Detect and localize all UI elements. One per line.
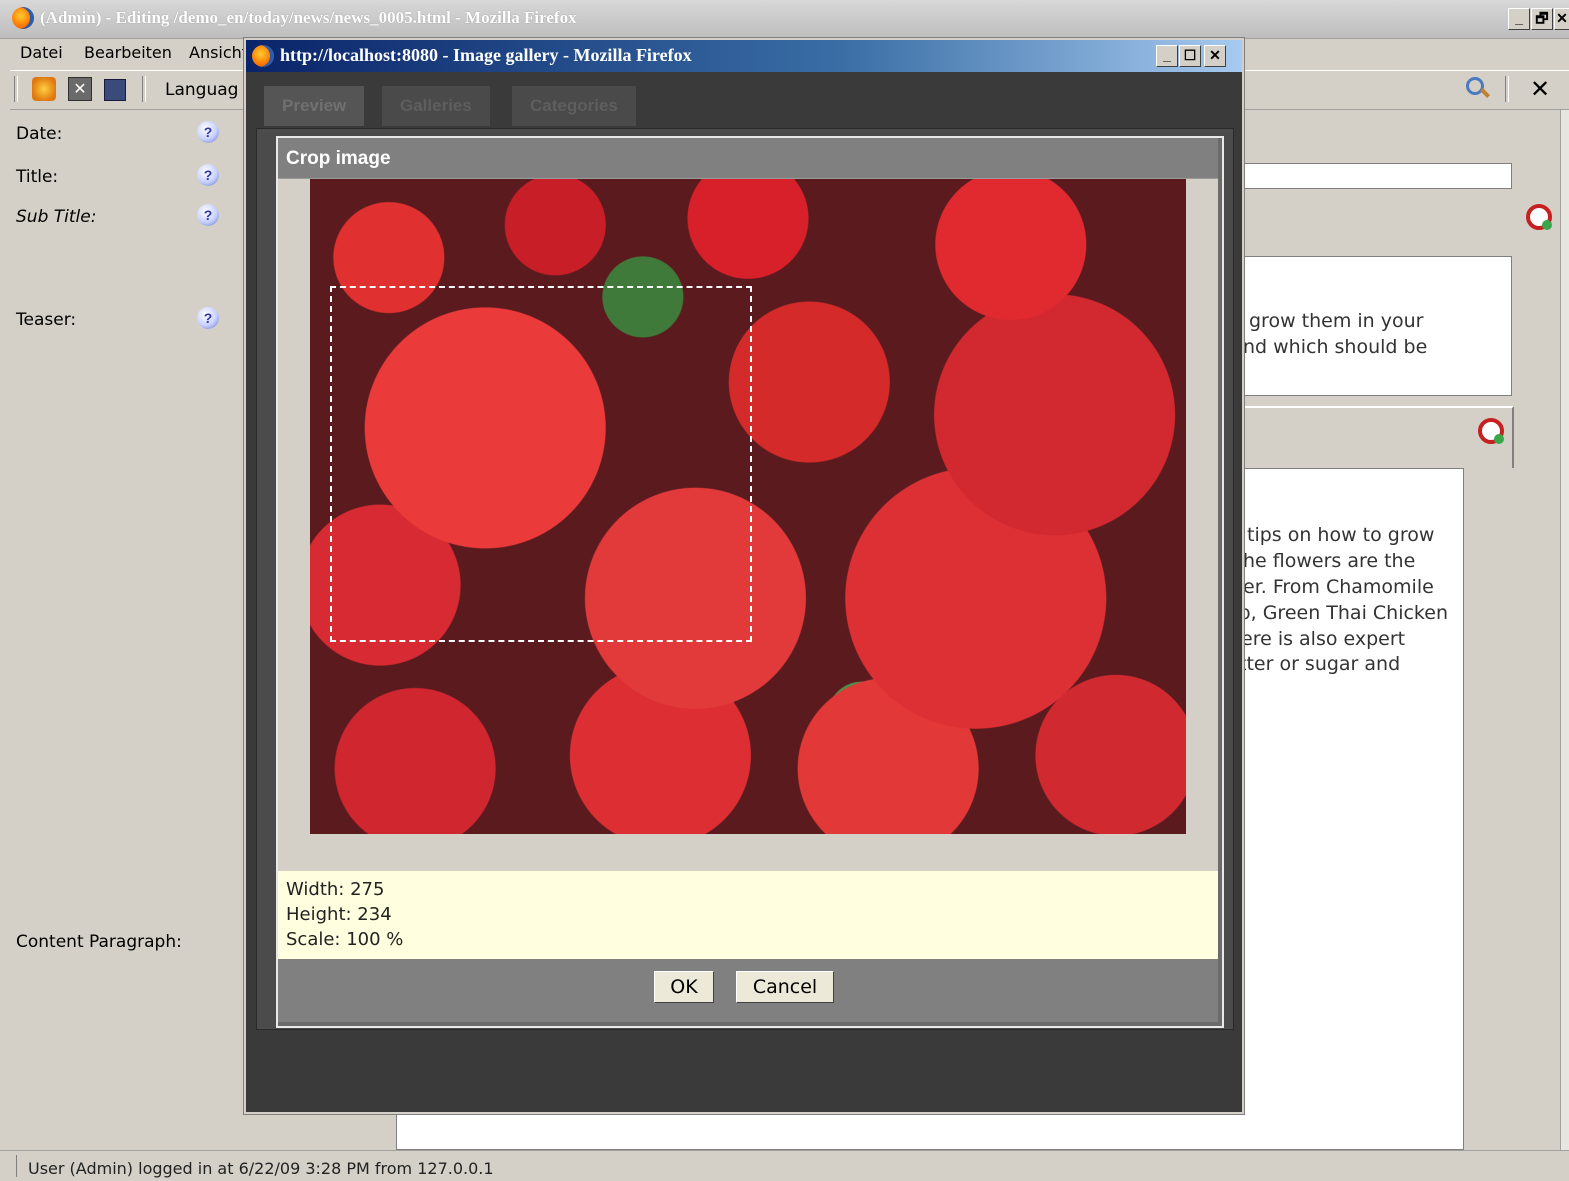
content-text-line: o, Green Thai Chicken — [1239, 602, 1448, 624]
strawberries-image[interactable] — [310, 179, 1186, 834]
main-window-titlebar[interactable]: (Admin) - Editing /demo_en/today/news/ne… — [0, 0, 1569, 39]
close-editor-icon[interactable]: ✕ — [1530, 75, 1550, 103]
title-input[interactable] — [1236, 163, 1512, 189]
crop-scale-text: Scale: 100 % — [286, 929, 404, 950]
crop-selection-rectangle[interactable] — [330, 286, 752, 642]
sub-title-label: Sub Title: — [16, 207, 97, 227]
spellcheck-icon[interactable] — [1526, 204, 1552, 230]
firefox-icon — [252, 45, 274, 67]
popup-titlebar[interactable]: http://localhost:8080 - Image gallery - … — [246, 40, 1242, 72]
crop-dialog-body — [278, 179, 1218, 871]
save-close-icon[interactable]: ✕ — [68, 77, 92, 101]
toolbar-separator — [142, 76, 146, 102]
content-paragraph-label: Content Paragraph: — [16, 932, 182, 952]
content-spellcheck-icon[interactable] — [1478, 418, 1504, 444]
popup-window-title: http://localhost:8080 - Image gallery - … — [280, 45, 692, 65]
title-help-icon[interactable]: ? — [197, 164, 219, 186]
main-restore-button[interactable]: 🗗 — [1531, 8, 1553, 30]
tab-galleries[interactable]: Galleries — [382, 86, 490, 126]
popup-maximize-button[interactable]: ☐ — [1179, 45, 1201, 67]
toolbar-separator — [1505, 76, 1509, 102]
status-bar: User (Admin) logged in at 6/22/09 3:28 P… — [0, 1150, 1569, 1181]
language-label[interactable]: Languag — [165, 80, 238, 100]
teaser-text-line: grow them in your — [1249, 310, 1424, 332]
crop-info-panel: Width: 275 Height: 234 Scale: 100 % — [278, 871, 1218, 959]
crop-height-text: Height: 234 — [286, 904, 392, 925]
ok-button[interactable]: OK — [654, 971, 714, 1003]
tab-preview[interactable]: Preview — [264, 86, 365, 126]
cancel-button[interactable]: Cancel — [736, 971, 834, 1003]
content-text-line: ere is also expert — [1241, 628, 1406, 650]
crop-dialog-header: Crop image — [278, 138, 1218, 179]
crop-dialog-title: Crop image — [286, 148, 391, 169]
content-text-line: tips on how to grow — [1247, 524, 1435, 546]
teaser-help-icon[interactable]: ? — [197, 307, 219, 329]
main-minimize-button[interactable]: _ — [1508, 8, 1530, 30]
menu-bearbeiten[interactable]: Bearbeiten — [84, 43, 172, 62]
menu-datei[interactable]: Datei — [20, 43, 63, 62]
tab-categories[interactable]: Categories — [512, 86, 636, 126]
magnifier-handle — [1480, 88, 1490, 98]
teaser-label: Teaser: — [16, 310, 77, 330]
image-gallery-window: http://localhost:8080 - Image gallery - … — [244, 38, 1244, 1114]
content-text-line: he flowers are the — [1243, 550, 1416, 572]
save-icon[interactable] — [104, 79, 126, 101]
teaser-text-line: nd which should be — [1243, 336, 1428, 358]
toolbar-separator — [14, 76, 18, 102]
popup-close-button[interactable]: ✕ — [1204, 45, 1226, 67]
popup-minimize-button[interactable]: _ — [1156, 45, 1178, 67]
crop-image-dialog: Crop image Width: 275 Height: 234 Scale:… — [276, 136, 1224, 1028]
status-separator — [16, 1155, 17, 1177]
content-text-line: tter or sugar and — [1239, 653, 1401, 675]
publish-icon[interactable] — [32, 77, 56, 101]
date-label: Date: — [16, 124, 63, 144]
main-close-button[interactable]: ✕ — [1554, 8, 1569, 30]
status-text: User (Admin) logged in at 6/22/09 3:28 P… — [28, 1159, 494, 1178]
crop-width-text: Width: 275 — [286, 879, 385, 900]
main-window-title: (Admin) - Editing /demo_en/today/news/ne… — [40, 8, 577, 27]
date-help-icon[interactable]: ? — [197, 121, 219, 143]
sub-title-help-icon[interactable]: ? — [197, 204, 219, 226]
content-editor-toolbar — [1236, 406, 1514, 468]
crop-dialog-footer: OK Cancel — [278, 959, 1218, 1022]
title-label: Title: — [16, 167, 59, 187]
menu-ansicht[interactable]: Ansicht — [189, 43, 248, 62]
firefox-icon — [12, 7, 34, 29]
main-scrollbar[interactable] — [1560, 110, 1569, 1150]
content-text-line: er. From Chamomile — [1243, 576, 1434, 598]
